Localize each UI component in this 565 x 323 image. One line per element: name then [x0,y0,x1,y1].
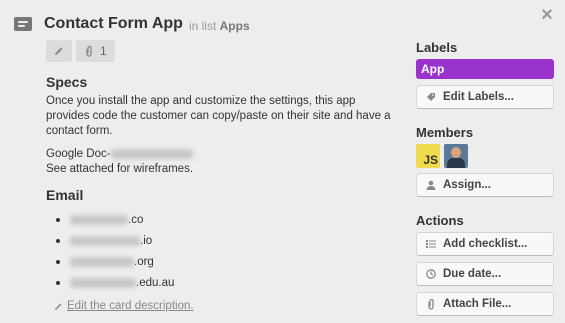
actions-heading: Actions [416,213,464,228]
due-date-button[interactable]: Due date... [416,262,554,286]
card-main: Specs Once you install the app and custo… [46,74,396,293]
card-header: Contact Form App in list Apps [14,12,250,36]
label-app[interactable]: App [416,59,554,79]
tag-icon [425,92,437,102]
google-doc-line: Google Doc- [46,147,396,162]
attach-file-button[interactable]: Attach File... [416,292,554,316]
in-list-text: in list Apps [189,19,250,33]
pencil-icon [55,47,63,55]
attachment-count: 1 [100,44,107,58]
attachments-badge[interactable]: 1 [76,40,115,62]
paperclip-icon [425,298,437,310]
in-list-prefix: in list [188,18,217,33]
assign-button[interactable]: Assign... [416,173,554,197]
list-item: .co [46,209,396,230]
card-detail-window: × Contact Form App in list Apps 1 Specs … [0,0,565,323]
list-item: .org [46,251,396,272]
card-badges: 1 [46,40,115,62]
list-name-link[interactable]: Apps [220,19,250,33]
card-title[interactable]: Contact Form App [44,15,183,33]
email-heading: Email [46,187,84,203]
wireframes-line: See attached for wireframes. [46,163,194,175]
card-icon [14,17,32,31]
checklist-icon [425,239,437,249]
pencil-icon [54,302,62,310]
labels-heading: Labels [416,40,458,55]
email-list: .co .io .org .edu.au [46,209,396,293]
close-icon[interactable]: × [538,5,556,25]
person-icon [425,180,437,190]
edit-labels-button[interactable]: Edit Labels... [416,85,554,109]
redacted-link[interactable] [110,148,193,159]
card-sidebar: Labels App Edit Labels... Members JS Ass… [416,40,554,316]
card-description: Once you install the app and customize t… [46,94,396,177]
edit-description-link[interactable]: Edit the card description. [54,300,194,312]
edit-badge[interactable] [46,40,72,62]
description-heading: Specs [46,74,88,90]
list-item: .io [46,230,396,251]
avatar[interactable]: JS [416,144,440,168]
members-heading: Members [416,125,474,140]
avatar[interactable] [444,144,468,168]
clock-icon [425,269,437,279]
google-doc-label: Google Doc- [46,148,111,160]
add-checklist-button[interactable]: Add checklist... [416,232,554,256]
list-item: .edu.au [46,272,396,293]
description-body: Once you install the app and customize t… [46,95,391,137]
member-avatars: JS [416,144,554,168]
paperclip-icon [86,45,92,57]
